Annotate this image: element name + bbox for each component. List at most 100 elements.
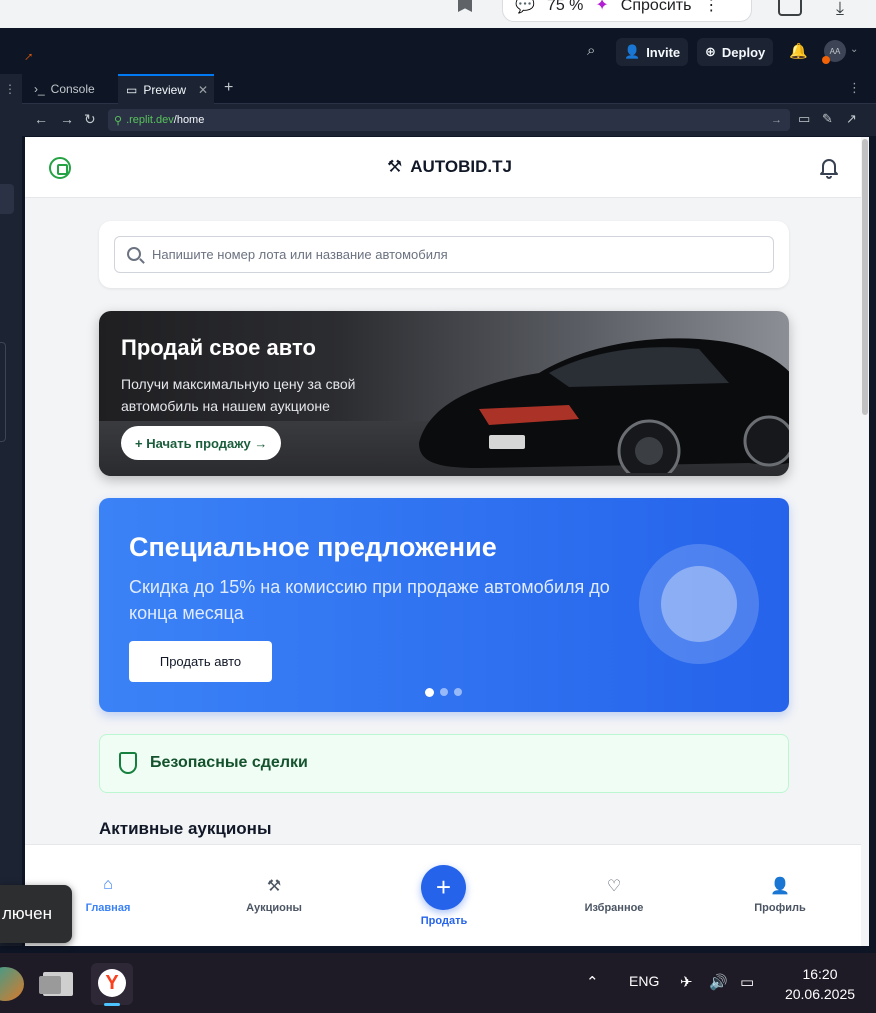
sell-fab-button[interactable]: + [421,865,466,910]
tabs-menu-icon[interactable]: ⋮ [848,80,861,96]
invite-label: Invite [646,44,681,60]
go-icon[interactable]: → [771,114,782,126]
nav-profile[interactable]: 👤 Профиль [730,876,830,914]
back-icon[interactable]: ← [34,111,48,127]
scrollbar-thumb[interactable] [862,139,868,415]
promo-subtitle: Скидка до 15% на комиссию при продаже ав… [129,577,610,623]
download-icon[interactable]: ⤓ [836,0,844,19]
volume-icon[interactable]: 🔊 [709,973,728,991]
car-image [419,338,789,473]
app-preview: ⚒ AUTOBID.TJ Напишите номер лота или наз… [25,137,869,946]
promo-button-label: Продать авто [159,654,242,669]
promo-title: Специальное предложение [129,532,497,562]
deploy-button[interactable]: ⊕ Deploy [697,38,774,66]
promo-decoration-inner [661,566,737,642]
chat-icon: 💬 [515,0,535,14]
tab-label: Console [50,82,95,96]
brand-name: AUTOBID.TJ [410,157,512,176]
sell-banner[interactable]: Продай свое авто Получи максимальную цен… [99,311,789,476]
mouse-cursor-icon: ↑ [21,47,38,65]
file-explorer-icon[interactable] [39,972,73,996]
language-indicator[interactable]: ENG [629,973,659,989]
carousel-dot-2[interactable] [440,688,448,696]
airplane-icon[interactable]: ✈ [680,973,693,991]
nav-favorites[interactable]: ♡ Избранное [564,876,664,914]
pane-menu-icon[interactable]: ⋮ [4,82,16,96]
notifications-icon[interactable]: 🔔 [789,42,808,60]
toast-text: лючен [2,904,52,923]
battery-icon[interactable]: ▭ [740,973,754,991]
monitor-icon: ▭ [126,83,138,97]
user-icon: 👤 [770,878,790,895]
home-icon: ⌂ [103,876,113,893]
gavel-icon: ⚒ [387,157,403,176]
promo-sell-button[interactable]: Продать авто [129,641,272,682]
app-header: ⚒ AUTOBID.TJ [25,137,869,198]
carousel-dot-1[interactable] [425,688,434,697]
browser-toolbar: 💬 75 % ✦ Спросить ⋮ ⤓ [0,0,876,28]
url-path: /home [173,114,205,126]
preview-url-bar: ← → ↻ ⚲ .replit.dev/home → ▭ ✎ ↗ [22,104,876,136]
notification-toast: лючен [0,885,72,943]
tab-label: Preview [143,83,187,97]
active-indicator [104,1003,120,1006]
section-title: Активные аукционы [99,819,272,838]
taskbar: Y ⌃ ENG ✈ 🔊 ▭ 16:20 20.06.2025 [0,953,876,1013]
search-card: Напишите номер лота или название автомоб… [99,221,789,288]
deploy-icon: ⊕ [705,44,716,59]
search-input[interactable]: Напишите номер лота или название автомоб… [114,236,774,273]
bookmark-icon[interactable] [458,0,472,12]
devices-icon[interactable]: ▭ [798,111,810,127]
bell-icon[interactable] [819,157,839,179]
tab-console[interactable]: ›_ Console [26,74,103,104]
zoom-level[interactable]: 75 % [547,0,583,15]
nav-auctions[interactable]: ⚒ Аукционы [224,876,324,914]
clock[interactable]: 16:20 20.06.2025 [780,964,860,1004]
bottom-nav: ⌂ Главная ⚒ Аукционы + Продать ♡ Избранн… [25,844,869,946]
nav-home[interactable]: ⌂ Главная [58,876,158,914]
ask-button[interactable]: Спросить [621,0,692,15]
safe-deals-box[interactable]: Безопасные сделки [99,734,789,793]
app-icon[interactable] [0,967,24,1001]
open-external-icon[interactable]: ↗ [846,111,857,127]
sell-banner-title: Продай свое авто [121,335,316,360]
more-icon[interactable]: ⋮ [703,0,719,15]
nav-home-label: Главная [85,902,131,914]
whatsapp-icon[interactable] [49,157,71,179]
add-user-icon: 👤 [624,44,641,59]
nav-auctions-label: Аукционы [246,902,302,914]
browser-zoom-pill[interactable]: 💬 75 % ✦ Спросить ⋮ [502,0,752,22]
chevron-up-icon[interactable]: ⌃ [586,973,599,991]
brand[interactable]: ⚒ AUTOBID.TJ [387,157,512,177]
yandex-browser-app[interactable]: Y [91,963,133,1006]
deploy-label: Deploy [721,44,766,60]
extensions-icon[interactable] [778,0,802,16]
reload-icon[interactable]: ↻ [84,111,96,128]
start-sale-button[interactable]: + Начать продажу → [121,426,282,460]
clock-time: 16:20 [802,966,838,982]
nav-favorites-label: Избранное [584,902,644,914]
status-dot [822,56,830,64]
url-input[interactable]: ⚲ .replit.dev/home → [108,109,790,131]
shield-icon [119,752,137,774]
chevron-down-icon[interactable]: ⌄ [850,44,858,55]
clock-date: 20.06.2025 [784,986,856,1002]
workspace-tabs: ›_ Console ▭ Preview ✕ + ⋮ [22,74,876,104]
search-icon[interactable]: ⌕ [587,42,595,59]
pane-fragment [0,184,14,214]
promo-banner[interactable]: Специальное предложение Скидка до 15% на… [99,498,789,712]
url-host: .replit.dev [126,114,174,126]
safe-deals-label: Безопасные сделки [150,754,308,771]
forward-icon[interactable]: → [60,111,74,127]
alice-icon: ✦ [595,0,609,14]
tab-preview[interactable]: ▭ Preview ✕ [118,74,214,104]
devtools-icon[interactable]: ✎ [822,111,833,127]
carousel-dot-3[interactable] [454,688,462,696]
search-placeholder: Напишите номер лота или название автомоб… [152,247,448,262]
add-tab-icon[interactable]: + [224,79,233,97]
scrollbar[interactable] [861,137,869,946]
invite-button[interactable]: 👤 Invite [616,38,689,66]
pane-fragment-2 [0,342,6,442]
close-icon[interactable]: ✕ [198,83,208,97]
nav-sell-label[interactable]: Продать [394,915,494,927]
